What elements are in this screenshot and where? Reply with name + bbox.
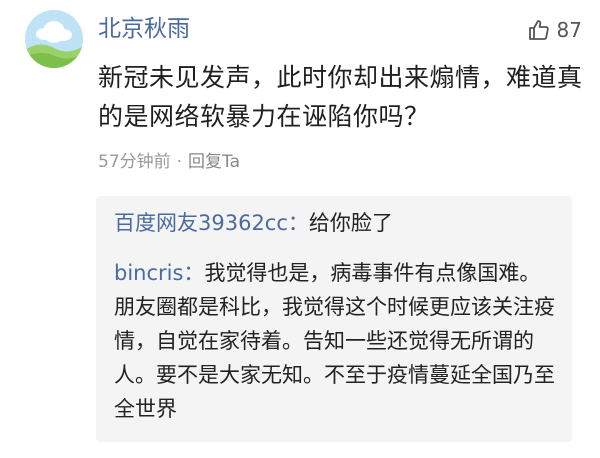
username[interactable]: 北京秋雨: [98, 14, 190, 44]
timestamp: 57分钟前: [98, 152, 171, 172]
reply-username[interactable]: bincris：: [114, 261, 204, 285]
like-count: 87: [556, 18, 582, 42]
avatar[interactable]: [25, 10, 83, 68]
landscape-avatar-icon: [25, 10, 83, 68]
reply-button[interactable]: 回复Ta: [188, 152, 240, 172]
reply-list: 百度网友39362cc：给你脸了 bincris：我觉得也是，病毒事件有点像国难…: [96, 196, 572, 442]
comment-text: 新冠未见发声，此时你却出来煽情，难道真的是网络软暴力在诬陷你吗？: [98, 63, 583, 131]
reply-item: bincris：我觉得也是，病毒事件有点像国难。朋友圈都是科比，我觉得这个时候更…: [114, 256, 558, 426]
thumbs-up-icon: [528, 20, 549, 40]
comment-card: 北京秋雨 87 新冠未见发声，此时你却出来煽情，难道真的是网络软暴力在诬陷你吗？…: [0, 0, 600, 458]
reply-text: 给你脸了: [308, 211, 393, 235]
reply-username[interactable]: 百度网友39362cc：: [114, 211, 309, 235]
comment-meta: 57分钟前 · 回复Ta: [98, 150, 240, 174]
like-button[interactable]: 87: [527, 16, 582, 44]
reply-item: 百度网友39362cc：给你脸了: [114, 206, 558, 240]
reply-text: 我觉得也是，病毒事件有点像国难。朋友圈都是科比，我觉得这个时候更应该关注疫情，自…: [114, 261, 555, 421]
meta-separator: ·: [176, 152, 183, 172]
